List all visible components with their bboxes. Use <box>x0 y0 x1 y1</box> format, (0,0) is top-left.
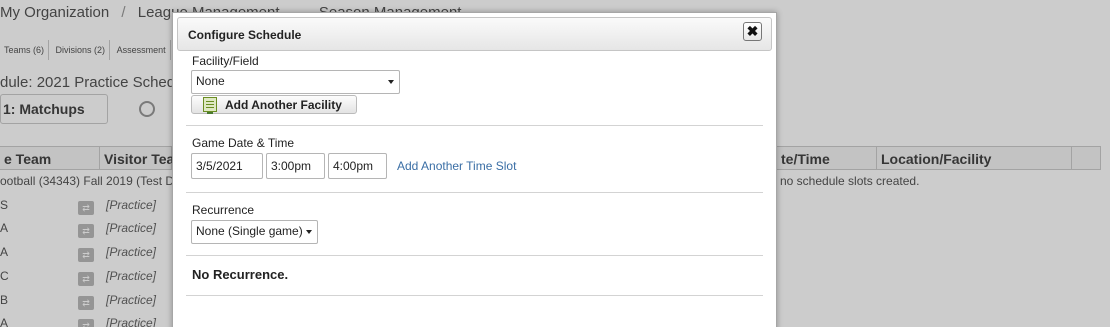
recurrence-label: Recurrence <box>192 203 255 217</box>
dialog-title: Configure Schedule <box>188 28 302 42</box>
facility-section: Facility/Field None Add Another Facility <box>186 52 763 126</box>
end-time-input[interactable]: 4:00pm <box>328 153 387 179</box>
game-date-input[interactable]: 3/5/2021 <box>191 153 263 179</box>
recurrence-selected-value: None (Single game) <box>196 224 303 238</box>
facility-select[interactable]: None <box>191 70 400 94</box>
game-date-section: Game Date & Time 3/5/2021 3:00pm 4:00pm … <box>186 126 763 193</box>
add-facility-button[interactable]: Add Another Facility <box>191 95 357 114</box>
close-icon[interactable]: ✖ <box>743 22 762 41</box>
start-time-input[interactable]: 3:00pm <box>266 153 325 179</box>
facility-selected-value: None <box>196 74 225 88</box>
facility-label: Facility/Field <box>192 54 259 68</box>
add-facility-label: Add Another Facility <box>225 98 342 112</box>
game-date-label: Game Date & Time <box>192 136 295 150</box>
recurrence-summary: No Recurrence. <box>192 267 289 282</box>
chevron-down-icon <box>388 80 394 84</box>
recurrence-select[interactable]: None (Single game) <box>191 220 318 244</box>
recurrence-section: Recurrence None (Single game) <box>186 193 763 256</box>
add-time-slot-link[interactable]: Add Another Time Slot <box>397 159 516 173</box>
chevron-down-icon <box>306 230 312 234</box>
configure-schedule-dialog: Configure Schedule ✖ Facility/Field None… <box>172 12 777 327</box>
facility-icon <box>203 97 217 114</box>
dialog-header[interactable]: Configure Schedule ✖ <box>177 17 772 51</box>
recurrence-summary-section: No Recurrence. <box>186 256 763 296</box>
